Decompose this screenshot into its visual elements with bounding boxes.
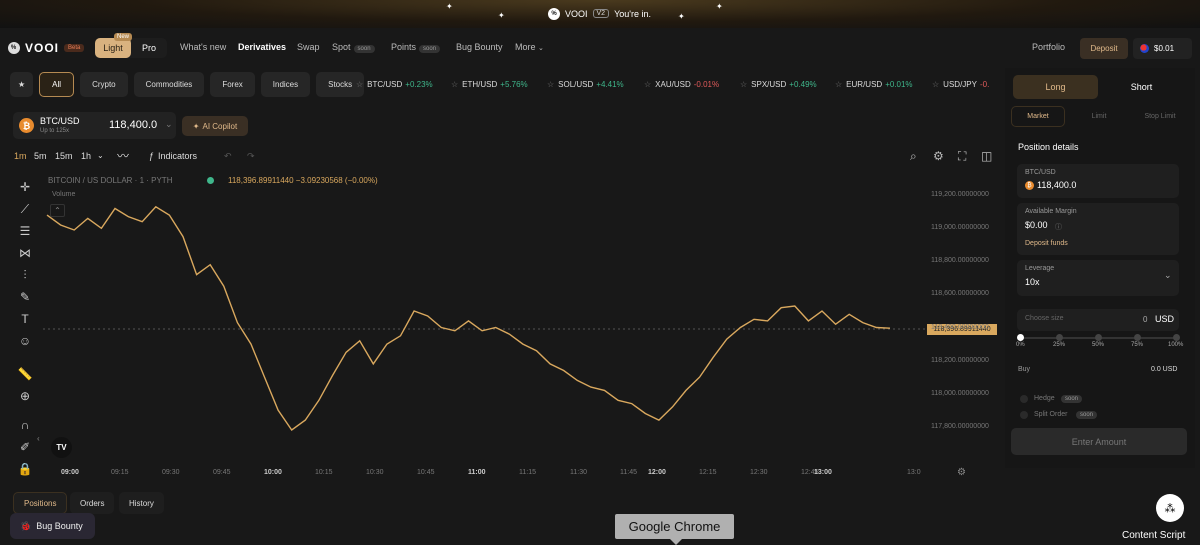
content-script-label: Content Script — [1122, 530, 1186, 541]
split-order-checkbox[interactable] — [1020, 411, 1028, 419]
price-line — [46, 205, 891, 431]
slider-pct: 25% — [1053, 342, 1066, 348]
slider-pct: 100% — [1168, 342, 1184, 348]
x-tick-label: 11:45 — [620, 469, 637, 476]
x-tick-label: 12:30 — [750, 469, 768, 476]
slider-handle[interactable] — [1017, 334, 1024, 341]
size-placeholder: Choose size — [1025, 315, 1064, 322]
tradingview-logo-icon[interactable]: TV — [51, 437, 72, 458]
slider-pct: 0% — [1016, 342, 1025, 348]
bug-bounty-button[interactable]: 🐞 Bug Bounty — [10, 513, 95, 539]
slider-tick[interactable] — [1173, 334, 1180, 341]
size-value: 0 — [1143, 315, 1148, 324]
x-tick-label: 10:30 — [366, 469, 384, 476]
chevron-down-icon: ⌄ — [1164, 270, 1172, 280]
bug-icon: 🐞 — [20, 520, 32, 531]
margin-value: $0.00 — [1025, 220, 1048, 230]
hedge-label: Hedge — [1034, 395, 1055, 402]
x-tick-label: 11:00 — [468, 469, 486, 476]
x-tick-label: 12:00 — [648, 469, 666, 476]
y-tick-label: 119,200.00000000 — [931, 191, 989, 199]
y-tick-label: 118,000.00000000 — [931, 389, 989, 397]
x-tick-label: 11:15 — [519, 469, 536, 476]
enter-amount-button[interactable]: Enter Amount — [1011, 428, 1187, 455]
tab-history[interactable]: History — [119, 492, 164, 514]
split-order-label: Split Order — [1034, 411, 1068, 418]
y-tick-label: 118,400.00000000 — [931, 323, 989, 331]
bug-bounty-label: Bug Bounty — [36, 521, 83, 531]
size-unit: USD — [1155, 314, 1175, 324]
chrome-tooltip: Google Chrome — [615, 514, 734, 545]
soon-badge: soon — [1061, 395, 1083, 403]
x-tick-label: 10:15 — [315, 469, 333, 476]
asset-label: BTC/USD — [1025, 169, 1056, 176]
y-tick-label: 118,600.00000000 — [931, 290, 989, 298]
x-tick-label: 09:15 — [111, 469, 129, 476]
leverage-value: 10x — [1025, 277, 1040, 287]
y-tick-label: 119,000.00000000 — [931, 224, 989, 232]
slider-tick[interactable] — [1134, 334, 1141, 341]
long-button[interactable]: Long — [1013, 75, 1098, 99]
order-type-limit[interactable]: Limit — [1072, 106, 1126, 127]
x-tick-label: 09:45 — [213, 469, 231, 476]
x-tick-label: 11:30 — [570, 469, 587, 476]
buy-label: Buy — [1018, 366, 1031, 373]
order-type-stop-limit[interactable]: Stop Limit — [1133, 106, 1187, 127]
x-tick-label: 09:00 — [61, 469, 79, 476]
leverage-label: Leverage — [1025, 265, 1055, 272]
x-tick-label: 09:30 — [162, 469, 180, 476]
slider-tick[interactable] — [1095, 334, 1102, 341]
slider-tick[interactable] — [1056, 334, 1063, 341]
chevron-left-icon[interactable]: ‹ — [37, 434, 40, 443]
asset-price: 118,400.0 — [1037, 180, 1077, 190]
x-tick-label: 13:00 — [814, 469, 832, 476]
y-tick-label: 118,800.00000000 — [931, 257, 989, 265]
bitcoin-icon: ₿ — [1025, 181, 1034, 190]
buy-value: 0.0 USD — [1151, 366, 1178, 373]
y-tick-label: 117,800.00000000 — [931, 422, 989, 430]
position-details-heading: Position details — [1018, 142, 1079, 152]
deposit-funds-link[interactable]: Deposit funds — [1025, 240, 1068, 247]
info-icon[interactable]: ⓘ — [1055, 222, 1062, 232]
order-type-market[interactable]: Market — [1011, 106, 1065, 127]
hedge-checkbox[interactable] — [1020, 395, 1028, 403]
x-tick-label: 12:15 — [699, 469, 717, 476]
tab-positions[interactable]: Positions — [13, 492, 68, 514]
short-button[interactable]: Short — [1100, 75, 1183, 99]
slider-pct: 75% — [1131, 342, 1144, 348]
content-script-icon[interactable]: ⁂ — [1156, 494, 1184, 522]
margin-label: Available Margin — [1025, 208, 1077, 215]
chart-settings-gear-icon[interactable]: ⚙ — [957, 467, 966, 478]
y-tick-label: 118,200.00000000 — [931, 356, 989, 364]
x-tick-label: 13:0 — [907, 469, 921, 476]
tab-orders[interactable]: Orders — [70, 492, 115, 514]
slider-pct: 50% — [1092, 342, 1105, 348]
soon-badge: soon — [1076, 411, 1098, 419]
x-tick-label: 10:45 — [417, 469, 435, 476]
x-tick-label: 10:00 — [264, 469, 282, 476]
